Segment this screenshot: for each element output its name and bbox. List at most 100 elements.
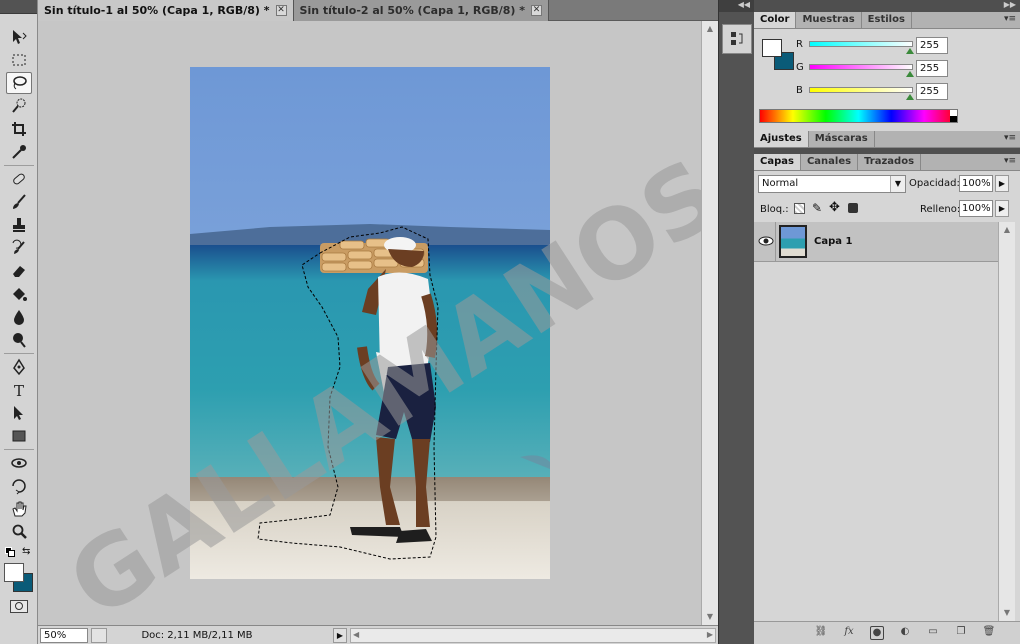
tools-panel-grip[interactable] xyxy=(0,0,37,14)
b-slider-thumb[interactable] xyxy=(906,94,914,100)
new-group-icon[interactable]: ▭ xyxy=(926,626,940,640)
scroll-up-icon[interactable]: ▲ xyxy=(1001,224,1013,236)
layer-name[interactable]: Capa 1 xyxy=(814,236,852,247)
hand-tool[interactable] xyxy=(6,498,32,520)
eraser-tool[interactable] xyxy=(6,260,32,282)
opacity-arrow-icon[interactable]: ▶ xyxy=(995,175,1009,192)
rectangle-tool[interactable] xyxy=(6,425,32,447)
default-colors-icon[interactable] xyxy=(5,547,15,557)
status-menu-arrow-icon[interactable]: ▶ xyxy=(333,627,347,643)
expand-icon[interactable]: ▶▶ xyxy=(1004,0,1016,9)
zoom-input[interactable]: 50% xyxy=(40,627,88,643)
r-value[interactable]: 255 xyxy=(916,37,948,54)
tab-styles[interactable]: Estilos xyxy=(862,12,912,28)
close-icon[interactable]: ✕ xyxy=(275,5,287,16)
eyedropper-tool[interactable] xyxy=(6,141,32,163)
panels-grip[interactable]: ▶▶ xyxy=(754,0,1020,12)
tab-paths[interactable]: Trazados xyxy=(858,154,922,170)
move-tool[interactable] xyxy=(6,26,32,48)
lock-transparency-icon[interactable] xyxy=(794,203,805,214)
panel-menu-icon[interactable]: ▾≡ xyxy=(1004,14,1016,24)
layer-row[interactable]: Capa 1 xyxy=(754,222,998,262)
add-mask-icon[interactable]: ● xyxy=(870,626,884,640)
foreground-color-chip[interactable] xyxy=(762,39,782,57)
tab-masks[interactable]: Máscaras xyxy=(809,131,875,147)
dodge-tool[interactable] xyxy=(6,329,32,351)
tab-document-1[interactable]: Sin título-1 al 50% (Capa 1, RGB/8) * ✕ xyxy=(38,0,294,21)
status-icon[interactable] xyxy=(91,627,107,643)
g-slider[interactable] xyxy=(809,64,913,70)
scroll-down-icon[interactable]: ▼ xyxy=(1001,607,1013,619)
path-selection-icon xyxy=(14,406,23,420)
clone-stamp-tool[interactable] xyxy=(6,214,32,236)
document-image[interactable]: GALLAMANOS xyxy=(38,21,701,625)
history-brush-tool[interactable] xyxy=(6,237,32,259)
tab-swatches[interactable]: Muestras xyxy=(796,12,862,28)
panel-menu-icon[interactable]: ▾≡ xyxy=(1004,133,1016,143)
opacity-input[interactable]: 100% xyxy=(959,175,993,192)
b-value[interactable]: 255 xyxy=(916,83,948,100)
r-slider-thumb[interactable] xyxy=(906,48,914,54)
b-slider[interactable] xyxy=(809,87,913,93)
lock-position-move-icon[interactable]: ✥ xyxy=(829,200,840,215)
tab-color[interactable]: Color xyxy=(754,12,797,28)
collapse-icon[interactable]: ◀◀ xyxy=(738,0,750,9)
horizontal-scrollbar[interactable]: ◀ ▶ xyxy=(350,627,716,643)
pen-tool[interactable] xyxy=(6,356,32,378)
healing-brush-tool[interactable] xyxy=(6,168,32,190)
quick-selection-tool[interactable] xyxy=(6,95,32,117)
scroll-down-icon[interactable]: ▼ xyxy=(704,611,716,623)
history-panel-button[interactable] xyxy=(722,24,752,54)
history-icon xyxy=(731,32,743,45)
g-value[interactable]: 255 xyxy=(916,60,948,77)
zoom-tool[interactable] xyxy=(6,521,32,543)
fx-icon[interactable]: fx xyxy=(842,626,856,640)
g-slider-thumb[interactable] xyxy=(906,71,914,77)
link-layers-icon[interactable]: ⛓ xyxy=(814,626,828,640)
svg-text:T: T xyxy=(14,382,24,399)
spectrum-black[interactable] xyxy=(950,116,957,122)
adjustment-layer-icon[interactable]: ◐ xyxy=(898,626,912,640)
eye-icon[interactable] xyxy=(758,234,774,248)
tab-adjustments[interactable]: Ajustes xyxy=(754,131,809,147)
color-spectrum[interactable] xyxy=(759,109,958,123)
3d-rotate-tool[interactable] xyxy=(6,452,32,474)
blur-tool[interactable] xyxy=(6,306,32,328)
panel-dock: ◀◀ xyxy=(718,0,754,644)
dock-grip[interactable]: ◀◀ xyxy=(719,0,754,12)
new-layer-icon[interactable]: ❐ xyxy=(954,626,968,640)
document-area: Sin título-1 al 50% (Capa 1, RGB/8) * ✕ S… xyxy=(38,0,718,644)
paint-bucket-tool[interactable] xyxy=(6,283,32,305)
blend-mode-select[interactable]: Normal ▼ xyxy=(758,175,906,193)
lock-all-padlock-icon[interactable] xyxy=(848,203,858,213)
foreground-color-swatch[interactable] xyxy=(4,563,24,582)
r-slider[interactable] xyxy=(809,41,913,47)
lasso-tool[interactable] xyxy=(6,72,32,94)
tab-layers[interactable]: Capas xyxy=(754,154,801,170)
fill-input[interactable]: 100% xyxy=(959,200,993,217)
panel-menu-icon[interactable]: ▾≡ xyxy=(1004,156,1016,166)
chevron-down-icon[interactable]: ▼ xyxy=(890,176,905,192)
swap-colors-icon[interactable]: ⇆ xyxy=(22,546,30,557)
fill-arrow-icon[interactable]: ▶ xyxy=(995,200,1009,217)
tab-document-2[interactable]: Sin título-2 al 50% (Capa 1, RGB/8) * ✕ xyxy=(293,0,550,21)
scroll-right-icon[interactable]: ▶ xyxy=(707,630,713,639)
canvas-area[interactable]: GALLAMANOS xyxy=(38,21,701,625)
type-tool[interactable]: T xyxy=(6,379,32,401)
lock-pixels-brush-icon[interactable]: ✎ xyxy=(812,201,822,215)
crop-tool[interactable] xyxy=(6,118,32,140)
close-icon[interactable]: ✕ xyxy=(531,5,543,16)
scroll-left-icon[interactable]: ◀ xyxy=(353,630,359,639)
marquee-tool[interactable] xyxy=(6,49,32,71)
trash-icon[interactable]: 🗑 xyxy=(982,626,996,640)
3d-orbit-tool[interactable] xyxy=(6,475,32,497)
path-selection-tool[interactable] xyxy=(6,402,32,424)
vertical-scrollbar[interactable]: ▲ ▼ xyxy=(701,21,718,625)
layer-thumbnail[interactable] xyxy=(779,225,807,258)
quick-mask-button[interactable] xyxy=(10,600,28,613)
layers-scrollbar[interactable]: ▲ ▼ xyxy=(998,222,1015,621)
rectangle-icon xyxy=(12,430,26,442)
scroll-up-icon[interactable]: ▲ xyxy=(704,23,716,35)
brush-tool[interactable] xyxy=(6,191,32,213)
tab-channels[interactable]: Canales xyxy=(801,154,859,170)
